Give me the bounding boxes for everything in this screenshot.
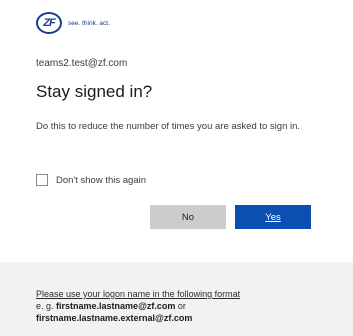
example-internal: firstname.lastname@zf.com <box>56 301 176 311</box>
company-logo: ZF see. think. act. <box>36 10 110 36</box>
sign-in-card: ZF see. think. act. teams2.test@zf.com S… <box>0 0 353 255</box>
account-email: teams2.test@zf.com <box>36 58 128 69</box>
zf-logo-icon: ZF <box>36 12 62 34</box>
example-prefix: e. g. <box>36 301 54 311</box>
example-or: or <box>177 301 186 311</box>
page-title: Stay signed in? <box>36 82 153 101</box>
no-button[interactable]: No <box>150 205 226 229</box>
dont-show-again-checkbox[interactable] <box>36 174 48 186</box>
yes-button[interactable]: Yes <box>235 205 311 229</box>
example-external: firstname.lastname.external@zf.com <box>36 313 193 323</box>
footer-panel: Please use your logon name in the follow… <box>0 262 353 336</box>
dont-show-again-row[interactable]: Don't show this again <box>36 174 146 186</box>
logon-format-line: Please use your logon name in the follow… <box>36 289 241 299</box>
prompt-description: Do this to reduce the number of times yo… <box>36 121 301 132</box>
dont-show-again-label[interactable]: Don't show this again <box>56 175 146 186</box>
logon-format-hint: Please use your logon name in the follow… <box>36 288 336 324</box>
logo-tagline: see. think. act. <box>68 19 110 27</box>
